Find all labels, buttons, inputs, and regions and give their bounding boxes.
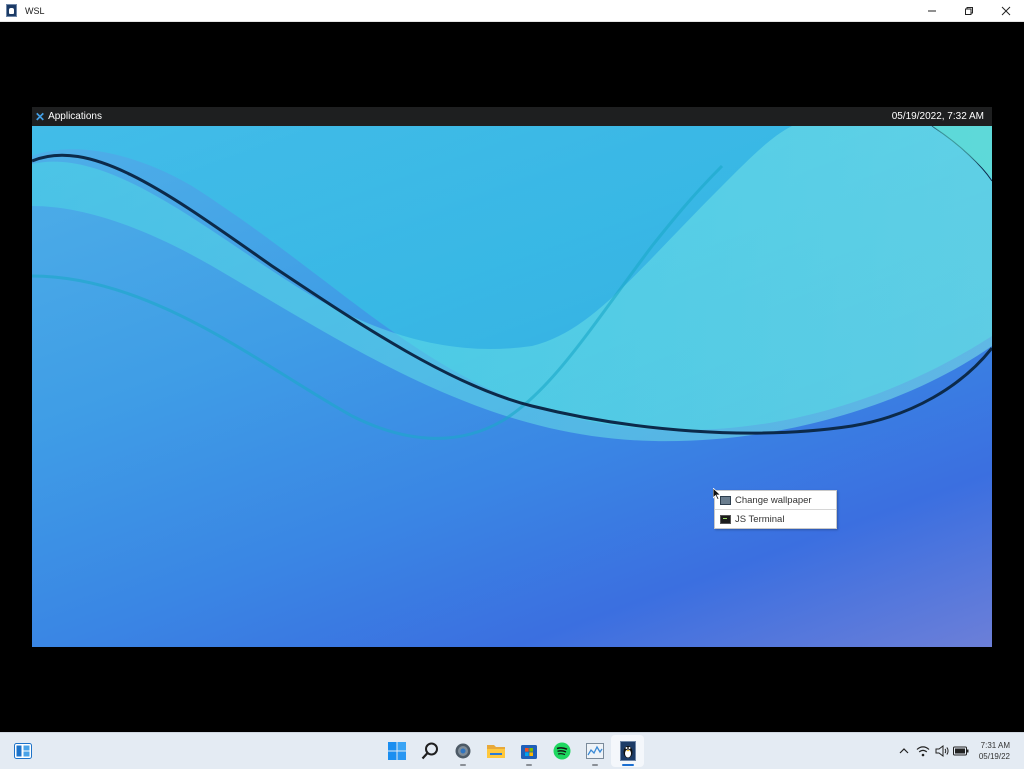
restore-button[interactable] xyxy=(950,0,987,21)
gear-icon xyxy=(455,743,470,759)
clock-time: 7:31 AM xyxy=(980,741,1010,750)
menu-item-js-terminal[interactable]: JS Terminal xyxy=(715,509,836,528)
start-button[interactable] xyxy=(380,735,413,767)
wsl-taskbar-button[interactable] xyxy=(611,735,644,767)
spotify-icon xyxy=(553,742,570,760)
volume-button[interactable] xyxy=(933,743,951,759)
xfce-logo-icon: ✕ xyxy=(35,109,46,124)
tux-icon xyxy=(619,741,636,761)
taskbar-pinned-apps xyxy=(380,735,644,767)
close-icon xyxy=(1001,6,1010,15)
battery-button[interactable] xyxy=(952,743,970,759)
menu-item-change-wallpaper[interactable]: Change wallpaper xyxy=(715,491,836,509)
running-indicator xyxy=(525,764,532,766)
battery-icon xyxy=(952,746,969,756)
running-indicator xyxy=(459,764,466,766)
task-manager-button[interactable] xyxy=(578,735,611,767)
minimize-icon xyxy=(927,10,936,11)
applications-label: Applications xyxy=(48,111,102,122)
minimize-button[interactable] xyxy=(913,0,950,21)
settings-button[interactable] xyxy=(446,735,479,767)
system-tray: 7:31 AM 05/19/22 xyxy=(895,733,1024,769)
window-controls xyxy=(913,0,1024,21)
taskbar: 7:31 AM 05/19/22 xyxy=(0,732,1024,769)
running-indicator xyxy=(621,764,634,766)
store-icon xyxy=(520,745,537,759)
wsl-app-icon xyxy=(6,4,17,17)
linux-desktop[interactable]: ✕ Applications 05/19/2022, 7:32 AM Chang… xyxy=(32,107,992,647)
network-button[interactable] xyxy=(914,743,932,759)
folder-icon xyxy=(486,745,505,758)
mouse-cursor-icon xyxy=(713,488,721,500)
menu-item-label: Change wallpaper xyxy=(735,494,812,506)
panel-clock: 05/19/2022, 7:32 AM xyxy=(891,111,984,122)
clock-date: 05/19/22 xyxy=(978,752,1010,761)
window-title: WSL xyxy=(25,5,45,16)
close-button[interactable] xyxy=(987,0,1024,21)
terminal-icon xyxy=(720,514,731,524)
widgets-icon xyxy=(14,743,32,759)
search-button[interactable] xyxy=(413,735,446,767)
running-indicator xyxy=(591,764,598,766)
search-icon xyxy=(421,742,438,760)
spotify-button[interactable] xyxy=(545,735,578,767)
window-titlebar[interactable]: WSL xyxy=(0,0,1024,22)
desktop-context-menu: Change wallpaper JS Terminal xyxy=(714,490,837,529)
menu-item-label: JS Terminal xyxy=(735,513,785,525)
restore-icon xyxy=(964,6,973,15)
file-explorer-button[interactable] xyxy=(479,735,512,767)
speaker-icon xyxy=(935,745,949,757)
wifi-icon xyxy=(916,746,930,757)
top-panel: ✕ Applications 05/19/2022, 7:32 AM xyxy=(32,107,992,126)
desktop-wallpaper[interactable] xyxy=(32,126,992,647)
chevron-up-icon xyxy=(899,748,909,754)
chart-icon xyxy=(585,743,604,759)
applications-menu-button[interactable]: ✕ Applications xyxy=(35,110,102,124)
wallpaper-wave-art xyxy=(32,126,992,442)
widgets-button[interactable] xyxy=(14,743,32,759)
wallpaper-icon xyxy=(720,495,731,505)
windows-start-icon xyxy=(387,742,406,760)
taskbar-clock[interactable]: 7:31 AM 05/19/22 xyxy=(979,740,1010,762)
show-hidden-icons-button[interactable] xyxy=(895,743,913,759)
microsoft-store-button[interactable] xyxy=(512,735,545,767)
